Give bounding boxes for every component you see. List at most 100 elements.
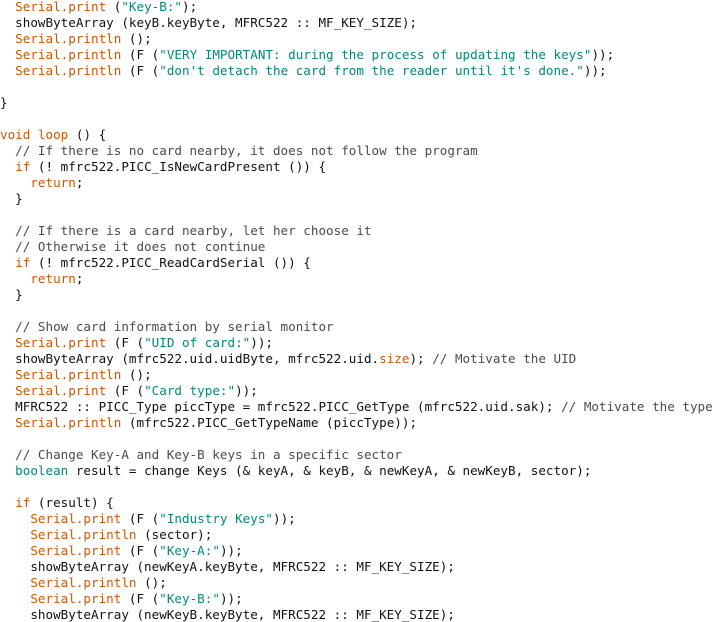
code-token-string: "Key-B:"	[159, 591, 220, 606]
code-line: showByteArray (keyB.keyByte, MFRC522 :: …	[0, 15, 417, 31]
code-token-plain: ));	[219, 543, 243, 558]
code-token-comment: // If there is a card nearby, let her ch…	[0, 223, 372, 238]
code-line: showByteArray (newKeyA.keyByte, MFRC522 …	[0, 559, 455, 575]
code-line: if (! mfrc522.PICC_ReadCardSerial ()) {	[0, 255, 311, 271]
code-line: MFRC522 :: PICC_Type piccType = mfrc522.…	[0, 399, 713, 415]
code-token-plain: (F (	[121, 591, 160, 606]
code-token-method: Serial.println	[30, 527, 137, 542]
code-token-plain: }	[0, 191, 23, 206]
code-token-string: "Key-B:"	[121, 0, 183, 14]
code-line: Serial.print (F ("Industry Keys"));	[0, 511, 295, 527]
code-line: // Show card information by serial monit…	[0, 319, 333, 335]
code-token-comment: // If there is no card nearby, it does n…	[0, 143, 478, 158]
code-line: return;	[0, 271, 83, 287]
code-token-string: "Card type:"	[144, 383, 236, 398]
code-token-plain: (F (	[121, 511, 160, 526]
code-token-plain: (result) {	[30, 495, 114, 510]
code-line: Serial.println ();	[0, 367, 152, 383]
code-line: // Change Key-A and Key-B keys in a spec…	[0, 447, 402, 463]
code-token-plain: (! mfrc522.PICC_ReadCardSerial ()) {	[30, 255, 311, 270]
code-token-method: Serial.println	[15, 415, 122, 430]
code-token-comment: // Otherwise it does not continue	[0, 239, 266, 254]
code-line: Serial.println ();	[0, 31, 152, 47]
code-token-method: Serial.print	[15, 335, 107, 350]
code-token-plain: ));	[235, 383, 258, 398]
code-token-string: "Key-A:"	[159, 543, 220, 558]
code-line: // If there is no card nearby, it does n…	[0, 143, 478, 159]
code-token-method: loop	[37, 127, 69, 142]
code-token-plain: result = change Keys (& keyA, & keyB, & …	[68, 463, 592, 478]
code-token-plain: showByteArray (newKeyA.keyByte, MFRC522 …	[0, 559, 455, 574]
code-line: showByteArray (newKeyB.keyByte, MFRC522 …	[0, 607, 455, 622]
code-token-keyword: if	[15, 159, 31, 174]
code-line: Serial.println (mfrc522.PICC_GetTypeName…	[0, 415, 417, 431]
code-token-comment: // Motivate the type	[561, 399, 713, 414]
code-token-plain: ();	[136, 575, 167, 590]
code-token-string: "UID of card:"	[144, 335, 251, 350]
code-token-plain: (mfrc522.PICC_GetTypeName (piccType));	[121, 415, 418, 430]
code-token-comment: // Motivate the UID	[432, 351, 577, 366]
code-line: showByteArray (mfrc522.uid.uidByte, mfrc…	[0, 351, 576, 367]
code-token-plain: }	[0, 287, 23, 302]
code-token-plain: (! mfrc522.PICC_IsNewCardPresent ()) {	[30, 159, 327, 174]
code-token-method: Serial.print	[30, 591, 122, 606]
code-line: }	[0, 95, 8, 111]
code-token-plain: (F (	[106, 383, 145, 398]
code-token-plain: (F (	[121, 47, 160, 62]
code-line: Serial.print ("Key-B:");	[0, 0, 197, 15]
code-line: if (! mfrc522.PICC_IsNewCardPresent ()) …	[0, 159, 326, 175]
code-token-plain: () {	[68, 127, 107, 142]
code-token-method: Serial.print	[30, 511, 122, 526]
code-token-plain: (F (	[106, 335, 145, 350]
code-token-string: "don't detach the card from the reader u…	[159, 63, 584, 78]
code-line: boolean result = change Keys (& keyA, & …	[0, 463, 591, 479]
code-token-comment: // Change Key-A and Key-B keys in a spec…	[0, 447, 402, 462]
code-token-plain: ));	[250, 335, 273, 350]
code-token-keyword: if	[15, 495, 31, 510]
code-token-plain: ));	[219, 591, 243, 606]
code-line: Serial.print (F ("UID of card:"));	[0, 335, 273, 351]
code-editor[interactable]: Serial.print ("Key-B:"); showByteArray (…	[0, 0, 714, 622]
code-line: return;	[0, 175, 83, 191]
code-token-plain: (	[106, 0, 122, 14]
code-token-plain: (F (	[121, 63, 160, 78]
code-token-plain: showByteArray (mfrc522.uid.uidByte, mfrc…	[0, 351, 380, 366]
code-token-method: Serial.println	[15, 31, 122, 46]
code-token-type: boolean	[15, 463, 69, 478]
code-token-plain: showByteArray (newKeyB.keyByte, MFRC522 …	[0, 607, 455, 622]
code-token-method: Serial.print	[15, 383, 107, 398]
code-token-plain: ();	[121, 367, 152, 382]
code-line: Serial.println ();	[0, 575, 167, 591]
code-token-plain: showByteArray (keyB.keyByte, MFRC522 :: …	[0, 15, 418, 30]
code-line: // If there is a card nearby, let her ch…	[0, 223, 372, 239]
code-line: Serial.print (F ("Key-B:"));	[0, 591, 243, 607]
code-line: }	[0, 287, 23, 303]
code-token-plain: (sector);	[136, 527, 213, 542]
code-token-plain: ;	[75, 271, 84, 286]
code-token-plain: (F (	[121, 543, 160, 558]
code-token-string: "Industry Keys"	[159, 511, 273, 526]
code-line: Serial.print (F ("Key-A:"));	[0, 543, 243, 559]
code-line: // Otherwise it does not continue	[0, 239, 265, 255]
code-token-plain: ;	[75, 175, 84, 190]
code-line: if (result) {	[0, 495, 114, 511]
code-token-method: Serial.print	[30, 543, 122, 558]
code-line: }	[0, 191, 23, 207]
code-token-method: Serial.println	[15, 63, 122, 78]
code-token-plain: ();	[121, 31, 152, 46]
